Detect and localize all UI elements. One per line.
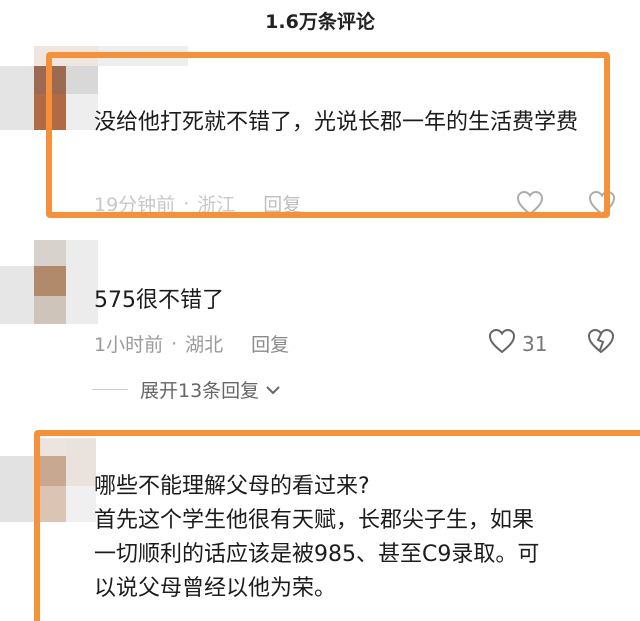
comment-text: 575很不错了 bbox=[94, 288, 224, 313]
dislike-icon[interactable] bbox=[587, 328, 615, 359]
chevron-down-icon bbox=[265, 379, 281, 401]
divider bbox=[92, 389, 128, 390]
expand-replies-label: 展开13条回复 bbox=[140, 380, 260, 402]
like-count: 31 bbox=[522, 331, 548, 356]
separator-dot: · bbox=[171, 332, 178, 355]
avatar[interactable] bbox=[0, 240, 100, 336]
comment-count-title: 1.6万条评论 bbox=[265, 10, 375, 33]
highlight-frame bbox=[46, 52, 610, 218]
highlight-frame bbox=[34, 430, 640, 621]
comment-actions: 31 bbox=[488, 328, 615, 359]
expand-replies-button[interactable]: 展开13条回复 bbox=[92, 376, 281, 403]
comment-time: 1小时前 bbox=[94, 334, 164, 356]
heart-icon[interactable] bbox=[488, 328, 516, 359]
comment-location: 湖北 bbox=[185, 334, 224, 356]
reply-button[interactable]: 回复 bbox=[251, 330, 289, 357]
comment-meta: 1小时前 · 湖北 回复 bbox=[94, 330, 289, 357]
